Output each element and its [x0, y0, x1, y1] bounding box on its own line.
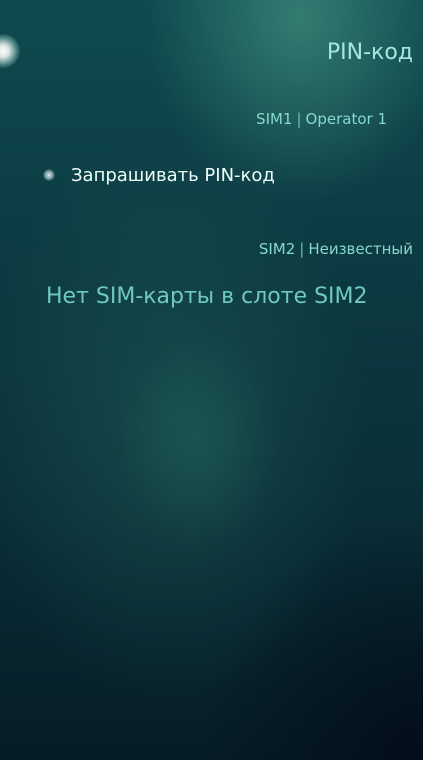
pulley-menu-glow-icon[interactable] — [0, 34, 20, 68]
ambient-background — [100, 300, 300, 580]
sim2-operator: Неизвестный — [308, 240, 413, 258]
sim2-label: SIM2 — [258, 240, 296, 258]
screen: PIN-код SIM1 | Operator 1 Запрашивать PIN-… — [0, 0, 423, 760]
sim2-separator: | — [299, 240, 305, 258]
sim1-separator: | — [296, 110, 302, 128]
section-header-sim2: SIM2 | Неизвестный — [259, 240, 413, 258]
require-pin-switch[interactable]: Запрашивать PIN-код — [36, 160, 275, 190]
switch-indicator-icon — [43, 169, 55, 181]
no-sim-placeholder: Нет SIM-карты в слоте SIM2 — [46, 284, 368, 309]
sim1-operator: Operator 1 — [305, 110, 387, 128]
section-header-sim1: SIM1 | Operator 1 — [256, 110, 387, 128]
sim1-label: SIM1 — [256, 110, 293, 128]
require-pin-switch-label: Запрашивать PIN-код — [71, 164, 275, 186]
page-title: PIN-код — [326, 40, 413, 65]
